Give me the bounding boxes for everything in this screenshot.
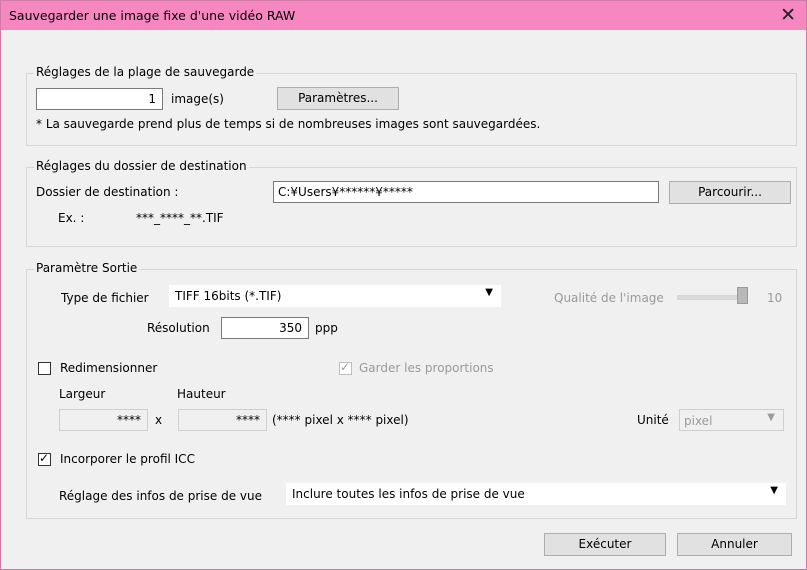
- resize-label: Redimensionner: [60, 361, 158, 375]
- image-count-value: 1: [148, 92, 156, 106]
- range-legend: Réglages de la plage de sauvegarde: [34, 65, 257, 79]
- example-value: ***_****_**.TIF: [136, 211, 224, 225]
- quality-label: Qualité de l'image: [554, 291, 664, 305]
- width-label: Largeur: [59, 387, 106, 401]
- folder-field[interactable]: C:¥Users¥******¥*****: [273, 181, 659, 203]
- folder-label: Dossier de destination :: [36, 185, 179, 199]
- shooting-info-dropdown[interactable]: Inclure toutes les infos de prise de vue…: [286, 483, 786, 505]
- shooting-info-label: Réglage des infos de prise de vue: [59, 489, 262, 503]
- height-field[interactable]: ****: [178, 409, 267, 431]
- close-icon[interactable]: ✕: [780, 4, 796, 26]
- resolution-unit: ppp: [315, 321, 338, 335]
- height-value: ****: [236, 413, 260, 427]
- browse-button[interactable]: Parcourir...: [669, 181, 791, 204]
- destination-legend: Réglages du dossier de destination: [34, 159, 249, 173]
- keep-ratio-label: Garder les proportions: [359, 361, 494, 375]
- resolution-value: 350: [279, 321, 302, 335]
- save-still-image-dialog: Sauvegarder une image fixe d'une vidéo R…: [0, 0, 807, 570]
- title-bar: Sauvegarder une image fixe d'une vidéo R…: [1, 1, 806, 30]
- image-unit-label: image(s): [171, 92, 224, 106]
- output-legend: Paramètre Sortie: [34, 261, 140, 275]
- icc-label: Incorporer le profil ICC: [60, 452, 195, 466]
- keep-ratio-checkbox[interactable]: [339, 360, 352, 375]
- quality-value: 10: [767, 291, 783, 305]
- destination-group: [26, 167, 797, 247]
- width-value: ****: [117, 413, 141, 427]
- width-field[interactable]: ****: [59, 409, 148, 431]
- window-title: Sauvegarder une image fixe d'une vidéo R…: [9, 8, 296, 23]
- filetype-dropdown[interactable]: TIFF 16bits (*.TIF) ▼: [169, 285, 501, 307]
- range-note: * La sauvegarde prend plus de temps si d…: [36, 117, 541, 131]
- unit-label: Unité: [637, 413, 669, 427]
- folder-value: C:¥Users¥******¥*****: [278, 185, 413, 199]
- chevron-down-icon: ▼: [485, 287, 493, 298]
- shooting-info-value: Inclure toutes les infos de prise de vue: [292, 487, 525, 501]
- resolution-label: Résolution: [147, 321, 210, 335]
- filetype-value: TIFF 16bits (*.TIF): [175, 289, 282, 303]
- height-label: Hauteur: [177, 387, 226, 401]
- image-count-field[interactable]: 1: [36, 88, 163, 110]
- resolution-field[interactable]: 350: [221, 317, 309, 339]
- cancel-button[interactable]: Annuler: [677, 533, 792, 556]
- example-label: Ex. :: [58, 211, 85, 225]
- filetype-label: Type de fichier: [61, 291, 149, 305]
- icc-checkbox[interactable]: [38, 451, 51, 466]
- times-sign: x: [155, 413, 163, 427]
- chevron-down-icon: ▼: [770, 485, 778, 496]
- execute-button[interactable]: Exécuter: [544, 533, 666, 556]
- quality-slider-thumb[interactable]: [737, 287, 748, 304]
- chevron-down-icon: ▼: [767, 412, 775, 423]
- resize-checkbox[interactable]: [38, 362, 51, 375]
- params-button[interactable]: Paramètres...: [277, 87, 399, 110]
- pixel-info: (**** pixel x **** pixel): [272, 413, 409, 427]
- unit-value: pixel: [684, 414, 713, 428]
- unit-dropdown[interactable]: pixel ▼: [679, 409, 784, 431]
